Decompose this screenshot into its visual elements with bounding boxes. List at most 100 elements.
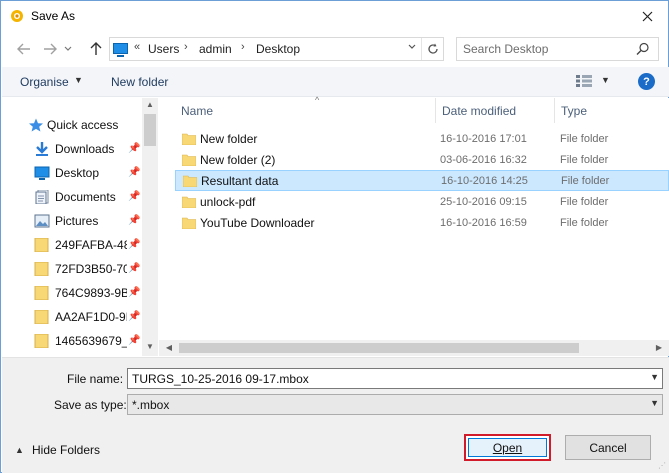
file-list-hscrollbar[interactable]: ◀ ▶	[159, 340, 669, 356]
pin-icon: 📌	[128, 263, 141, 274]
pin-icon: 📌	[128, 287, 141, 298]
open-button-label: Open	[468, 438, 547, 457]
nav-item-folder[interactable]: AA2AF1D0-9F 📌	[2, 306, 142, 328]
nav-item-label: Desktop	[55, 166, 100, 180]
cancel-button[interactable]: Cancel	[565, 435, 651, 460]
pin-icon: 📌	[128, 311, 141, 322]
file-name: unlock-pdf	[200, 195, 256, 209]
file-list: Name ^ Date modified Type New folder 16-…	[159, 95, 669, 356]
recent-locations-button[interactable]	[61, 39, 75, 59]
column-header-date[interactable]: Date modified	[436, 98, 555, 123]
view-dropdown-icon[interactable]: ▼	[601, 75, 610, 85]
help-icon[interactable]: ?	[638, 73, 655, 90]
scroll-thumb[interactable]	[144, 114, 156, 146]
nav-item-label: Documents	[55, 190, 116, 204]
new-folder-button[interactable]: New folder	[111, 75, 168, 89]
window-title: Save As	[31, 9, 76, 23]
star-icon	[29, 118, 43, 132]
file-name-combobox[interactable]: ▼	[127, 368, 663, 389]
table-row[interactable]: New folder (2) 03-06-2016 16:32 File fol…	[175, 150, 669, 171]
file-date: 16-10-2016 16:59	[440, 217, 527, 229]
nav-item-label: Downloads	[55, 142, 115, 156]
hide-folders-button[interactable]: Hide Folders	[32, 443, 100, 457]
column-header-label: Date modified	[442, 104, 517, 118]
file-type: File folder	[560, 154, 609, 166]
command-bar: Organise ▼ New folder ▼ ?	[2, 67, 669, 97]
file-name-input[interactable]	[132, 371, 632, 386]
nav-item-documents[interactable]: Documents 📌	[2, 186, 142, 208]
pin-icon: 📌	[128, 167, 141, 178]
column-header-label: Name	[181, 104, 214, 118]
file-type: File folder	[560, 217, 609, 229]
scroll-thumb[interactable]	[179, 343, 579, 353]
folder-icon	[34, 262, 49, 276]
desktop-icon	[34, 166, 50, 180]
refresh-button[interactable]	[421, 38, 443, 60]
table-row[interactable]: unlock-pdf 25-10-2016 09:15 File folder	[175, 192, 669, 213]
nav-item-pictures[interactable]: Pictures 📌	[2, 210, 142, 232]
chevron-down-icon[interactable]: ▼	[650, 398, 659, 408]
pin-icon: 📌	[128, 239, 141, 250]
nav-item-folder[interactable]: 72FD3B50-70/ 📌	[2, 258, 142, 280]
address-overflow[interactable]: «	[134, 41, 140, 53]
up-button[interactable]	[85, 39, 107, 59]
chevron-right-icon[interactable]: ›	[241, 41, 245, 53]
open-button[interactable]: Open	[464, 434, 551, 461]
arrow-up-icon	[90, 42, 102, 55]
folder-icon	[182, 133, 196, 145]
address-dropdown-button[interactable]	[408, 41, 416, 53]
back-button[interactable]	[13, 39, 35, 59]
pin-icon: 📌	[128, 191, 141, 202]
resize-grip-icon[interactable]: ⋰	[658, 461, 666, 470]
save-type-value: *.mbox	[132, 398, 170, 412]
file-date: 25-10-2016 09:15	[440, 196, 527, 208]
folder-icon	[183, 175, 197, 187]
address-bar[interactable]: « Users › admin › Desktop	[109, 37, 444, 61]
nav-item-label: Pictures	[55, 214, 99, 228]
scroll-up-icon[interactable]: ▲	[142, 100, 158, 109]
save-as-dialog: Save As « Users › admin › Desktop Search…	[0, 0, 669, 473]
nav-item-quick-access[interactable]: Quick access	[2, 114, 142, 136]
table-row[interactable]: YouTube Downloader 16-10-2016 16:59 File…	[175, 213, 669, 234]
forward-button[interactable]	[39, 39, 61, 59]
scroll-left-icon[interactable]: ◀	[161, 343, 177, 352]
view-options-icon[interactable]	[575, 74, 593, 88]
file-name: Resultant data	[201, 174, 279, 188]
download-icon	[36, 142, 48, 156]
scroll-down-icon[interactable]: ▼	[142, 342, 158, 351]
save-type-select[interactable]: *.mbox ▼	[127, 394, 663, 415]
nav-item-downloads[interactable]: Downloads 📌	[2, 138, 142, 160]
table-row-selected[interactable]: Resultant data 16-10-2016 14:25 File fol…	[175, 170, 669, 191]
nav-item-label: Quick access	[47, 118, 119, 132]
column-header-type[interactable]: Type	[555, 98, 669, 123]
arrow-left-icon	[17, 43, 30, 55]
table-row[interactable]: New folder 16-10-2016 17:01 File folder	[175, 129, 669, 150]
chevron-down-icon[interactable]: ▼	[650, 372, 659, 382]
nav-item-desktop[interactable]: Desktop 📌	[2, 162, 142, 184]
documents-icon	[35, 190, 49, 204]
chevron-down-icon	[408, 44, 416, 49]
address-segment-users[interactable]: Users	[148, 42, 179, 56]
folder-icon	[182, 154, 196, 166]
search-input[interactable]	[463, 41, 633, 57]
nav-item-label: AA2AF1D0-9F	[55, 310, 127, 324]
scroll-right-icon[interactable]: ▶	[651, 343, 667, 352]
nav-item-folder[interactable]: 764C9893-9BI 📌	[2, 282, 142, 304]
arrow-right-icon	[44, 43, 57, 55]
caret-up-icon[interactable]: ▲	[15, 445, 24, 455]
address-segment-admin[interactable]: admin	[199, 42, 232, 56]
file-type: File folder	[561, 175, 610, 187]
nav-item-folder[interactable]: 249FAFBA-48 📌	[2, 234, 142, 256]
column-header-name[interactable]: Name ^	[175, 95, 436, 123]
nav-item-label: 72FD3B50-70/	[55, 262, 127, 276]
nav-item-folder[interactable]: 1465639679_0 📌	[2, 330, 142, 352]
nav-pane-scrollbar[interactable]: ▲ ▼	[142, 98, 158, 356]
file-type: File folder	[560, 133, 609, 145]
organise-menu-button[interactable]: Organise	[20, 75, 69, 89]
caret-down-icon[interactable]: ▼	[74, 75, 83, 85]
chevron-right-icon[interactable]: ›	[184, 41, 188, 53]
close-button[interactable]	[632, 3, 662, 29]
address-segment-desktop[interactable]: Desktop	[256, 42, 300, 56]
search-box[interactable]	[456, 37, 659, 61]
file-name-label: File name:	[67, 372, 124, 386]
